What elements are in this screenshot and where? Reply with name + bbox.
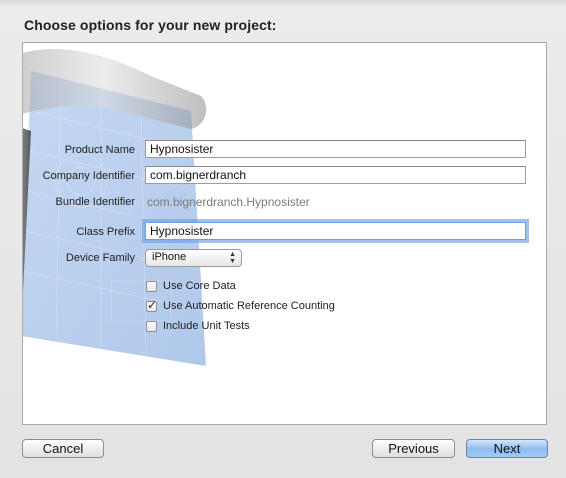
- bundle-identifier-label: Bundle Identifier: [55, 196, 136, 208]
- company-identifier-label: Company Identifier: [42, 170, 135, 182]
- option-label: Include Unit Tests: [163, 320, 250, 332]
- option-use-core-data[interactable]: Use Core Data: [146, 280, 236, 292]
- product-name-label: Product Name: [64, 144, 135, 156]
- device-family-popup[interactable]: iPhone ▲ ▼: [145, 249, 242, 267]
- option-include-unit-tests[interactable]: Include Unit Tests: [146, 320, 250, 332]
- up-down-arrows-icon: ▲ ▼: [229, 251, 236, 265]
- class-prefix-label: Class Prefix: [76, 226, 135, 238]
- option-label: Use Automatic Reference Counting: [163, 300, 335, 312]
- device-family-selected: iPhone: [152, 251, 187, 263]
- option-label: Use Core Data: [163, 280, 236, 292]
- cancel-button[interactable]: Cancel: [22, 439, 104, 458]
- dialog-heading: Choose options for your new project:: [24, 17, 277, 33]
- next-button[interactable]: Next: [466, 439, 548, 458]
- device-family-label: Device Family: [65, 252, 135, 264]
- options-panel: Product Name Company Identifier Bundle I…: [22, 42, 547, 425]
- checkbox[interactable]: ✓: [146, 297, 158, 312]
- checkbox[interactable]: [146, 280, 157, 292]
- checkbox[interactable]: [146, 320, 157, 332]
- checkmark-icon: ✓: [147, 297, 158, 312]
- option-use-arc[interactable]: ✓ Use Automatic Reference Counting: [146, 297, 335, 312]
- product-name-input[interactable]: [145, 140, 526, 158]
- window-top-edge: [0, 0, 566, 6]
- previous-button[interactable]: Previous: [372, 439, 455, 458]
- bundle-identifier-value: com.bignerdranch.Hypnosister: [147, 195, 310, 209]
- company-identifier-input[interactable]: [145, 166, 526, 184]
- class-prefix-input[interactable]: [145, 222, 526, 240]
